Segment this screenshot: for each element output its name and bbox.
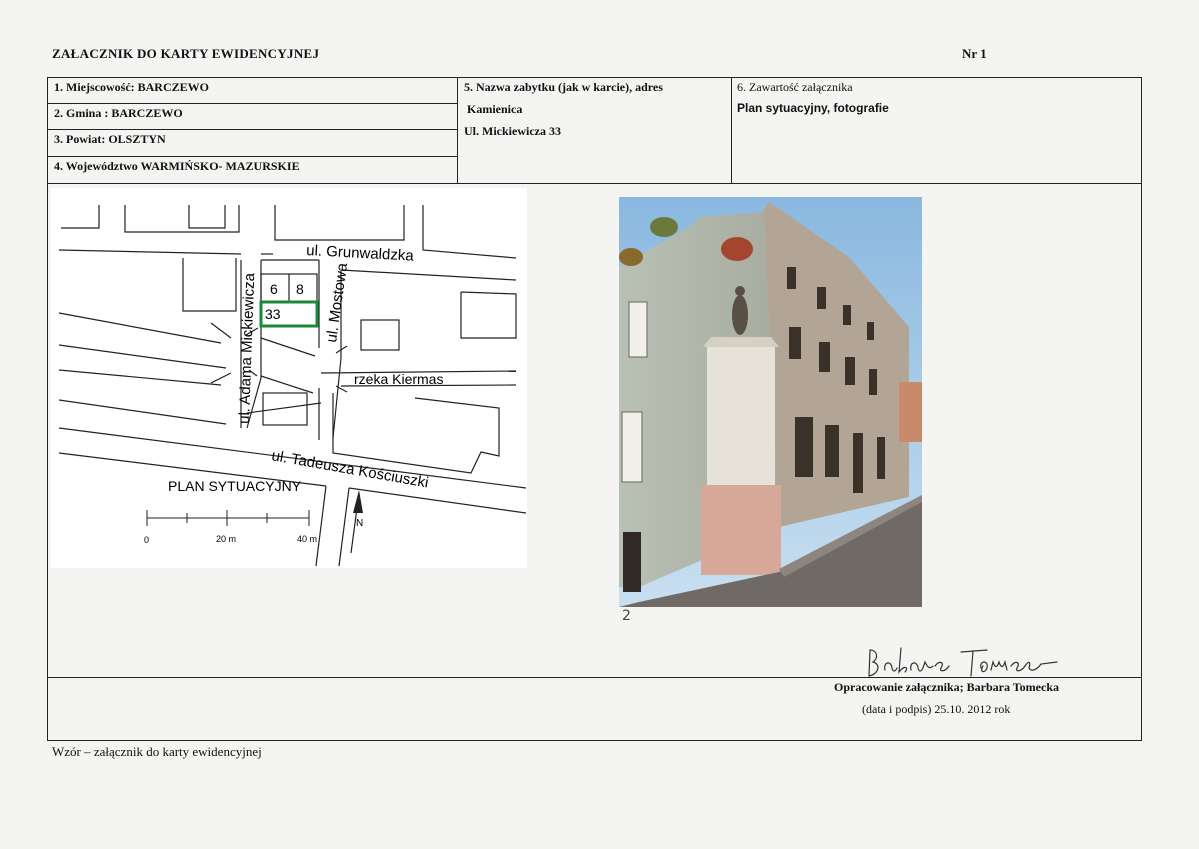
street-mostowa: ul. Mostowa bbox=[323, 261, 351, 343]
plot-8-label: 8 bbox=[296, 281, 304, 297]
field-gmina: 2. Gmina : BARCZEWO bbox=[54, 106, 183, 120]
column-divider-1 bbox=[457, 77, 458, 184]
field-nazwa-label: 5. Nazwa zabytku (jak w karcie), adres bbox=[464, 80, 663, 94]
north-label: N bbox=[356, 518, 363, 529]
field-wojewodztwo: 4. Województwo WARMIŃSKO- MAZURSKIE bbox=[54, 159, 300, 173]
building-photograph bbox=[619, 197, 922, 607]
scale-label-40: 40 m bbox=[297, 534, 317, 544]
field-zawartosc-value: Plan sytuacyjny, fotografie bbox=[737, 101, 889, 115]
column-divider-2 bbox=[731, 77, 732, 184]
plot-33-label: 33 bbox=[265, 306, 281, 322]
footer-template-note: Wzór – załącznik do karty ewidencyjnej bbox=[52, 744, 262, 759]
scale-label-20: 20 m bbox=[216, 534, 236, 544]
field-miejscowosc: 1. Miejscowość: BARCZEWO bbox=[54, 80, 209, 94]
field-powiat: 3. Powiat: OLSZTYN bbox=[54, 132, 166, 146]
row-divider-1 bbox=[47, 103, 458, 104]
signature-date: (data i podpis) 25.10. 2012 rok bbox=[862, 702, 1011, 716]
photo-number: 2 bbox=[622, 608, 631, 624]
field-nazwa-value: Kamienica bbox=[467, 102, 523, 116]
row-divider-3 bbox=[47, 156, 458, 157]
field-adres-value: Ul. Mickiewicza 33 bbox=[464, 124, 561, 138]
scale-bar bbox=[146, 510, 310, 526]
page-title: ZAŁACZNIK DO KARTY EWIDENCYJNEJ bbox=[52, 46, 320, 61]
row-divider-2 bbox=[47, 129, 458, 130]
prepared-by: Opracowanie załącznika; Barbara Tomecka bbox=[834, 680, 1059, 694]
plot-6-label: 6 bbox=[270, 281, 278, 297]
plan-title: PLAN SYTUACYJNY bbox=[168, 478, 302, 494]
site-plan-map: 6 8 33 ul. Grunwaldzka ul. Adama Mickiew… bbox=[51, 188, 527, 568]
attachment-number: Nr 1 bbox=[962, 46, 987, 61]
table-bottom-divider bbox=[47, 183, 1142, 184]
field-zawartosc-label: 6. Zawartość załącznika bbox=[737, 80, 853, 94]
scale-label-0: 0 bbox=[144, 535, 149, 545]
street-grunwaldzka: ul. Grunwaldzka bbox=[306, 242, 415, 265]
river-name: rzeka Kiermas bbox=[354, 371, 443, 387]
